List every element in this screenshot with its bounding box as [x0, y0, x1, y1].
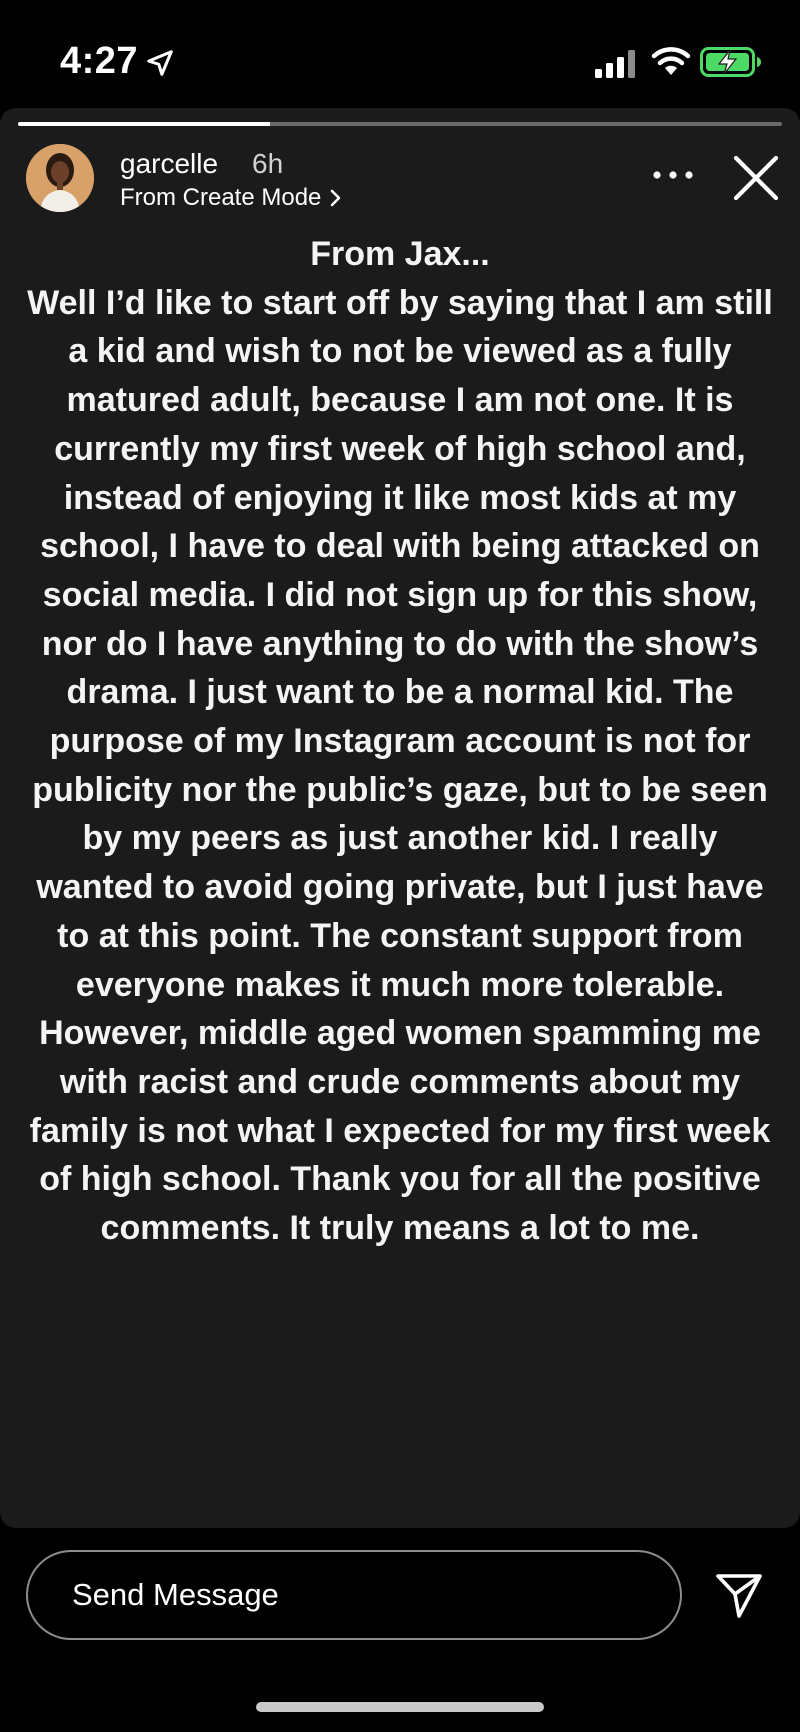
create-mode-link[interactable]: From Create Mode [120, 184, 343, 212]
story-text-block: From Jax... Well I’d like to start off b… [25, 230, 775, 1253]
story-time-ago: 6h [252, 148, 284, 179]
story-body-text: Well I’d like to start off by saying tha… [27, 283, 773, 1248]
close-button[interactable] [730, 152, 782, 204]
more-options-button[interactable] [648, 160, 698, 190]
story-progress-fill [18, 122, 271, 126]
send-paper-plane-icon [716, 1574, 762, 1618]
cellular-signal-icon [595, 50, 635, 78]
profile-avatar[interactable] [26, 144, 94, 212]
send-message-placeholder: Send Message [72, 1577, 279, 1612]
status-bar: 4:27 [0, 0, 800, 110]
chevron-right-icon [331, 189, 341, 207]
status-time: 4:27 [60, 40, 139, 82]
wifi-icon [651, 47, 691, 75]
battery-charging-icon [700, 47, 761, 77]
close-icon [733, 155, 779, 201]
send-message-input[interactable]: Send Message [26, 1550, 682, 1640]
more-horizontal-icon [653, 171, 693, 179]
story-username[interactable]: garcelle [120, 148, 218, 180]
story-card[interactable]: garcelle 6h From Create Mode From Jax...… [0, 108, 800, 1528]
send-button[interactable] [714, 1570, 764, 1620]
location-arrow-icon [147, 50, 173, 76]
story-progress-bar [18, 122, 782, 126]
home-indicator [256, 1702, 544, 1712]
story-title: From Jax... [310, 235, 490, 273]
create-mode-label: From Create Mode [120, 184, 322, 211]
